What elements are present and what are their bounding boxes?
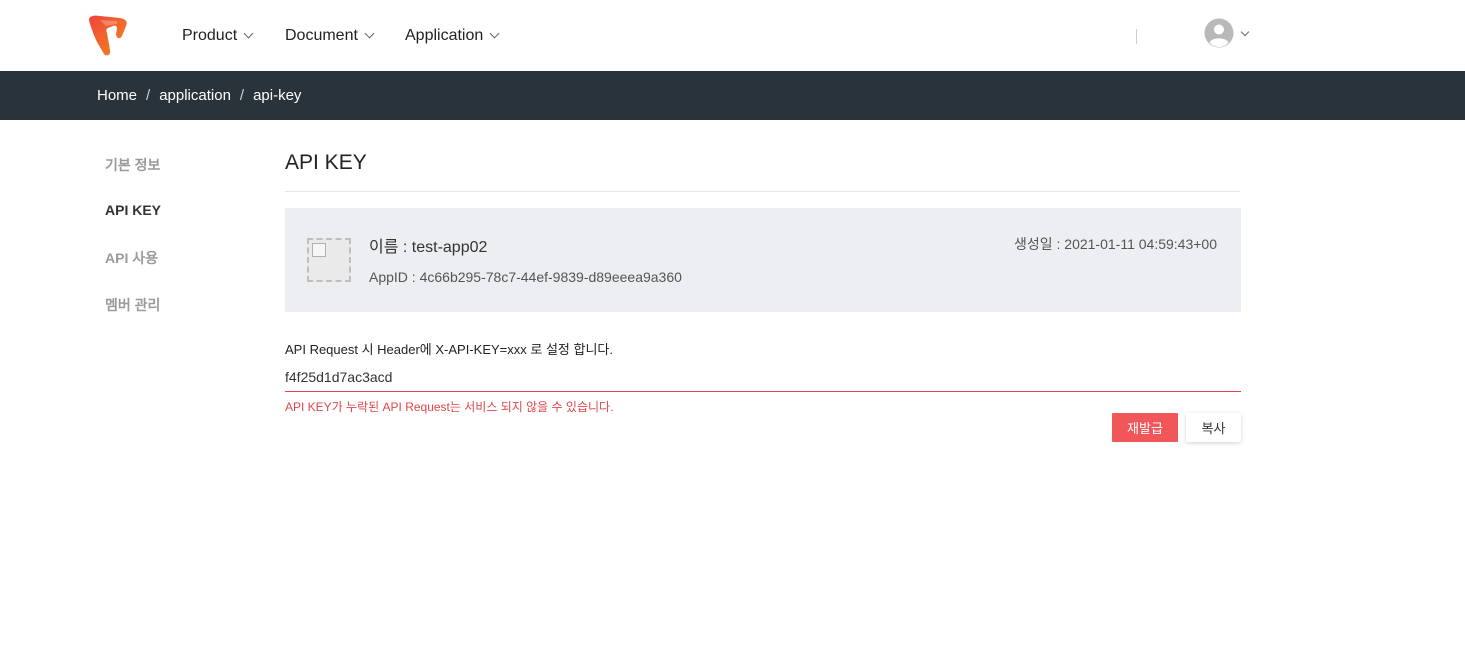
chevron-down-icon <box>489 28 500 39</box>
app-created-date: 생성일 : 2021-01-11 04:59:43+00 <box>1013 236 1217 252</box>
brand-logo[interactable] <box>86 14 130 58</box>
app-id: AppID : 4c66b295-78c7-44ef-9839-d89eeea9… <box>369 269 682 285</box>
nav-product-label: Product <box>182 26 238 44</box>
breadcrumb-application[interactable]: application <box>159 87 231 104</box>
title-divider <box>285 191 1240 192</box>
nav-product[interactable]: Product <box>182 0 254 71</box>
breadcrumb-bar: Home / application / api-key <box>0 71 1465 120</box>
broken-image-icon <box>312 243 326 257</box>
user-menu[interactable] <box>1204 17 1250 49</box>
breadcrumb: Home / application / api-key <box>97 71 301 120</box>
sidebar-item-api-key[interactable]: API KEY <box>105 202 161 218</box>
reissue-button[interactable]: 재발급 <box>1112 413 1178 442</box>
sidebar-item-api-usage[interactable]: API 사용 <box>105 248 158 268</box>
breadcrumb-separator: / <box>146 87 151 104</box>
api-key-instruction: API Request 시 Header에 X-API-KEY=xxx 로 설정… <box>285 342 613 357</box>
header-divider <box>1136 29 1137 44</box>
sidebar-item-basic-info[interactable]: 기본 정보 <box>105 155 160 175</box>
breadcrumb-separator: / <box>239 87 245 104</box>
chevron-down-icon <box>1240 27 1250 36</box>
app-image-placeholder <box>307 238 351 282</box>
top-navbar: Product Document Application <box>0 0 1465 71</box>
chevron-down-icon <box>243 28 254 39</box>
nav-application-label: Application <box>405 26 484 44</box>
copy-button[interactable]: 복사 <box>1186 413 1241 442</box>
nav-application[interactable]: Application <box>405 0 500 71</box>
breadcrumb-current: api-key <box>253 87 302 104</box>
nav-document[interactable]: Document <box>285 0 375 71</box>
app-info-card: 이름 : test-app02 AppID : 4c66b295-78c7-44… <box>285 208 1241 312</box>
nav-document-label: Document <box>285 26 358 44</box>
user-avatar-icon <box>1204 18 1234 48</box>
sidebar-item-member-management[interactable]: 멤버 관리 <box>105 295 160 315</box>
api-key-field[interactable] <box>285 362 1241 392</box>
app-name: 이름 : test-app02 <box>369 239 488 256</box>
chevron-down-icon <box>364 28 375 39</box>
breadcrumb-home[interactable]: Home <box>97 87 137 104</box>
api-key-warning: API KEY가 누락된 API Request는 서비스 되지 않을 수 있습… <box>285 400 614 414</box>
page-title: API KEY <box>285 151 367 174</box>
